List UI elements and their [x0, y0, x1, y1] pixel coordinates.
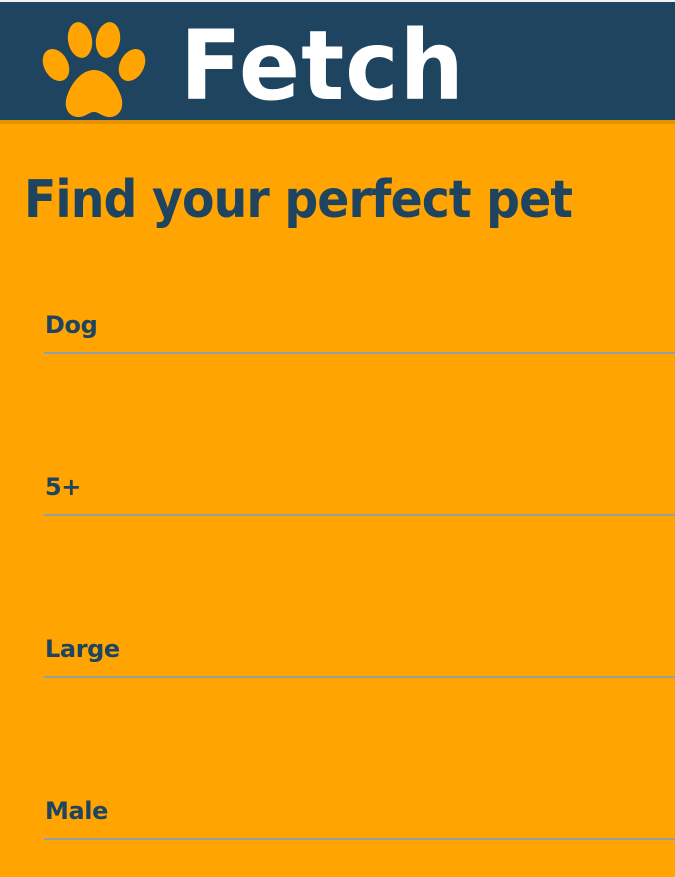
app-header: Fetch — [0, 0, 675, 120]
age-select[interactable]: 5+ — [44, 472, 675, 516]
page-title: Find your perfect pet — [24, 170, 573, 230]
brand-title: Fetch — [180, 10, 465, 120]
age-value: 5+ — [45, 473, 82, 501]
pet-type-value: Dog — [45, 311, 98, 339]
size-value: Large — [45, 635, 120, 663]
pet-type-select[interactable]: Dog — [44, 310, 675, 354]
gender-value: Male — [45, 797, 108, 825]
header-divider — [0, 120, 675, 124]
size-select[interactable]: Large — [44, 634, 675, 678]
paw-icon — [42, 22, 146, 118]
gender-select[interactable]: Male — [44, 796, 675, 840]
